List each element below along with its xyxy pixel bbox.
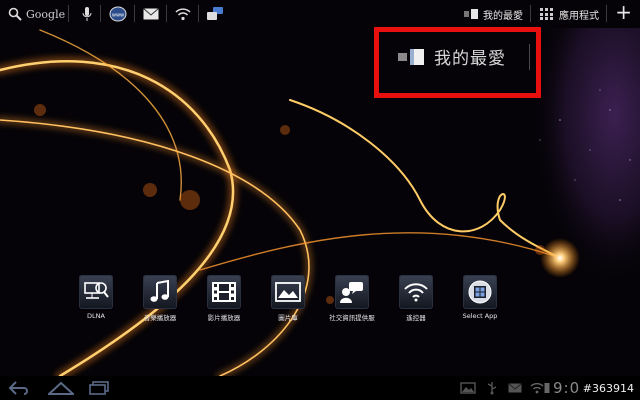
- social-feed-icon: [335, 275, 369, 309]
- film-icon: [207, 275, 241, 309]
- app-label: 圖片庫: [278, 314, 298, 322]
- divider: [198, 5, 199, 22]
- recent-apps-icon[interactable]: [88, 379, 110, 397]
- favorites-label: 我的最愛: [483, 10, 523, 22]
- divider: [100, 5, 101, 22]
- mic-icon[interactable]: [80, 6, 94, 22]
- wifi-icon[interactable]: [174, 6, 192, 22]
- app-label: 社交資訊提供服: [329, 314, 375, 322]
- home-icon[interactable]: [48, 379, 74, 397]
- back-icon[interactable]: [8, 379, 30, 397]
- svg-text:www: www: [112, 13, 124, 19]
- social-icon[interactable]: [206, 6, 224, 22]
- highlight-box: [374, 27, 541, 98]
- battery-icon: [544, 381, 550, 395]
- search-label: Google: [26, 7, 66, 21]
- app-remote-control[interactable]: 遙控器: [384, 275, 448, 322]
- app-label: Select App: [462, 312, 498, 320]
- select-app-icon: [463, 275, 497, 309]
- favorites-button[interactable]: 我的最愛: [464, 6, 523, 22]
- google-search[interactable]: Google: [8, 6, 65, 22]
- app-dlna[interactable]: DLNA: [64, 275, 128, 320]
- clock: 9:0: [553, 379, 581, 397]
- app-gallery[interactable]: 圖片庫: [256, 275, 320, 322]
- www-icon[interactable]: www: [108, 6, 128, 22]
- divider: [68, 5, 69, 22]
- watermark: #363914: [580, 382, 636, 395]
- top-bar: Google www 我的最愛 應用程式 +: [0, 0, 640, 28]
- app-label: DLNA: [87, 312, 105, 320]
- wallpaper: [0, 0, 640, 400]
- favorites-icon: [464, 9, 478, 19]
- gallery-icon: [460, 381, 476, 395]
- app-video-player[interactable]: 影片播放器: [192, 275, 256, 322]
- apps-label: 應用程式: [559, 10, 599, 22]
- app-label: 影片播放器: [207, 314, 241, 322]
- divider: [134, 5, 135, 22]
- plus-icon[interactable]: +: [615, 2, 632, 22]
- music-note-icon: [143, 275, 177, 309]
- app-label: 遙控器: [406, 314, 426, 322]
- search-icon: [8, 7, 22, 21]
- app-social-feed[interactable]: 社交資訊提供服: [320, 275, 384, 322]
- apps-grid-icon: [540, 8, 553, 20]
- divider: [166, 5, 167, 22]
- wifi-remote-icon: [399, 275, 433, 309]
- mail-icon: [508, 381, 522, 395]
- picture-icon: [271, 275, 305, 309]
- usb-icon: [486, 381, 498, 395]
- system-bar: 9:0 #363914: [0, 376, 640, 400]
- app-label: 音樂播放器: [143, 314, 177, 322]
- wifi-icon: [530, 381, 544, 395]
- divider: [606, 5, 607, 22]
- dlna-icon: [79, 275, 113, 309]
- app-music-player[interactable]: 音樂播放器: [128, 275, 192, 322]
- divider: [530, 5, 531, 22]
- app-select-app[interactable]: Select App: [448, 275, 512, 320]
- mail-icon[interactable]: [142, 6, 160, 22]
- apps-button[interactable]: 應用程式: [540, 6, 599, 22]
